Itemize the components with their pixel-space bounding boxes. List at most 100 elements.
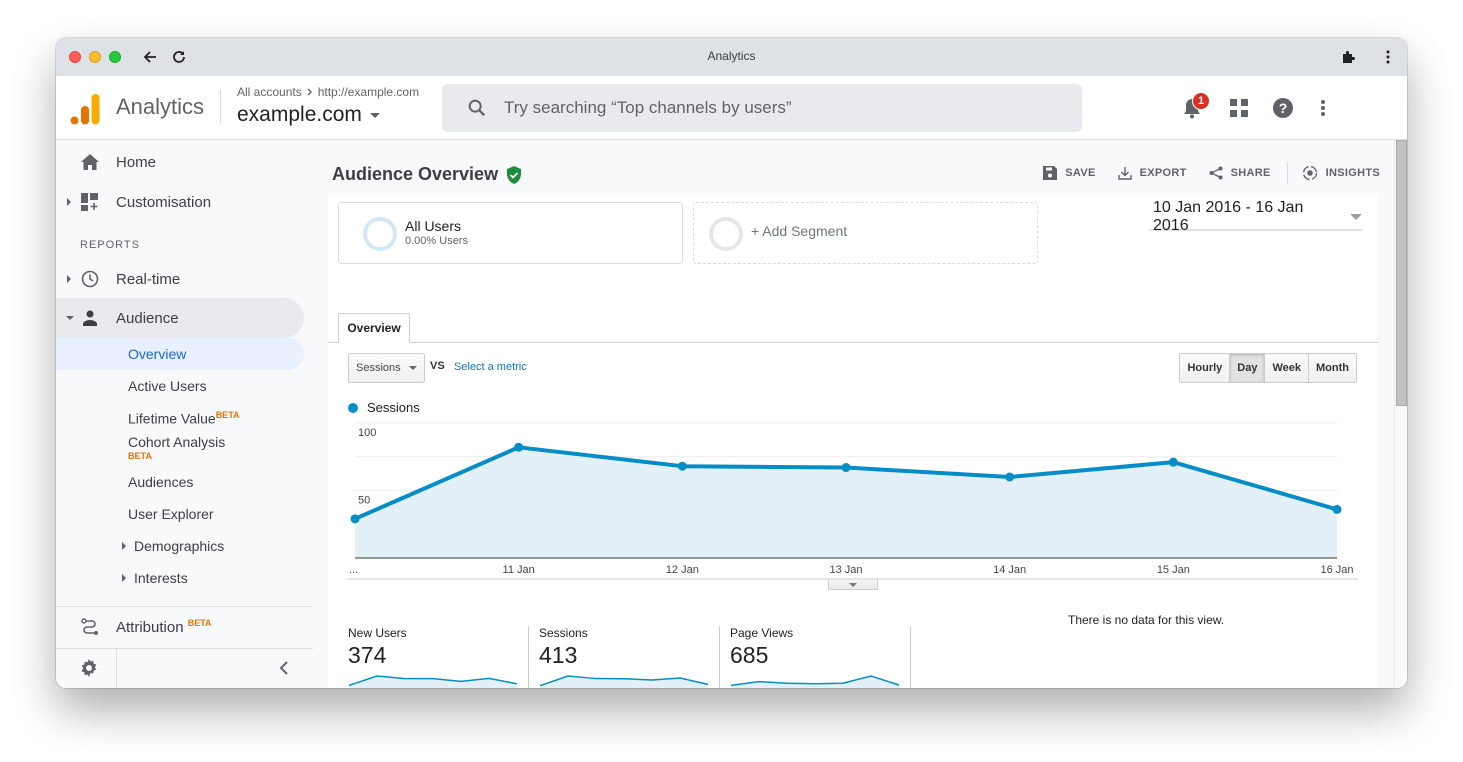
extensions-button[interactable] — [1338, 47, 1358, 67]
expand-arrow-icon — [122, 574, 126, 582]
export-button[interactable]: EXPORT — [1117, 166, 1187, 180]
add-segment-button[interactable]: + Add Segment — [693, 202, 1038, 264]
insights-button[interactable]: INSIGHTS — [1302, 165, 1380, 181]
sidebar-item-label: Active Users — [128, 378, 207, 394]
sidebar-item-label: Audience — [116, 309, 179, 327]
search-input[interactable] — [504, 98, 1064, 118]
caret-down-icon — [369, 112, 380, 118]
person-icon — [80, 308, 100, 328]
scrollbar-thumb[interactable] — [1396, 140, 1407, 406]
lifetime-value-label: Lifetime Value — [128, 410, 216, 427]
search-icon — [468, 99, 486, 117]
segment-all-users[interactable]: All Users 0.00% Users — [338, 202, 683, 264]
stat-divider — [528, 626, 529, 688]
data-point — [677, 461, 687, 471]
share-icon — [1209, 166, 1223, 180]
sidebar-item-label: Audiences — [128, 474, 194, 490]
property-selector[interactable]: example.com — [237, 103, 380, 127]
collapse-chart-button[interactable] — [828, 580, 878, 590]
collapse-arrow-icon — [66, 316, 74, 320]
browser-menu-button[interactable] — [1378, 47, 1398, 67]
stat-sessions: Sessions 413 — [539, 626, 729, 688]
breadcrumb-property[interactable]: http://example.com — [318, 85, 419, 99]
sidebar-subitem-user-explorer[interactable]: User Explorer — [56, 498, 304, 530]
date-range-picker[interactable]: 10 Jan 2016 - 16 Jan 2016 — [1149, 199, 1362, 234]
app-menu-button[interactable] — [1311, 96, 1335, 120]
analytics-logo-icon — [70, 94, 100, 125]
chevron-left-icon — [279, 661, 288, 675]
sidebar-subitem-cohort-analysis[interactable]: Cohort Analysis BETA — [56, 432, 304, 468]
sidebar-item-customisation[interactable]: Customisation — [56, 182, 304, 222]
save-button[interactable]: SAVE — [1043, 166, 1095, 180]
sidebar-subitem-audiences[interactable]: Audiences — [56, 466, 304, 498]
vertical-scrollbar[interactable] — [1394, 140, 1407, 688]
attribution-label: Attribution — [116, 619, 184, 636]
vs-label: VS — [430, 360, 445, 372]
x-tick-label: 14 Jan — [993, 564, 1026, 576]
stat-name: Sessions — [539, 626, 588, 640]
save-icon — [1043, 166, 1058, 180]
caret-down-icon — [409, 366, 417, 370]
stat-page-views: Page Views 685 — [730, 626, 920, 688]
date-range-text: 10 Jan 2016 - 16 Jan 2016 — [1153, 199, 1304, 234]
breadcrumb-accounts[interactable]: All accounts — [237, 85, 302, 99]
stat-value: 413 — [539, 642, 578, 668]
data-point — [350, 514, 360, 524]
sidebar-item-label: Overview — [128, 346, 187, 362]
sidebar-item-attribution[interactable]: Attribution BETA — [56, 607, 304, 647]
data-point — [1005, 472, 1015, 482]
granularity-day-button[interactable]: Day — [1230, 354, 1266, 382]
sidebar-subitem-demographics[interactable]: Demographics — [56, 530, 304, 562]
granularity-hourly-button[interactable]: Hourly — [1180, 354, 1231, 382]
segment-ring-icon — [363, 217, 397, 251]
save-label: SAVE — [1065, 167, 1096, 179]
apps-grid-icon — [1230, 99, 1248, 117]
sidebar-subitem-interests[interactable]: Interests — [56, 562, 304, 594]
browser-toolbar: Analytics — [56, 38, 1407, 76]
data-point — [1332, 504, 1342, 514]
window-title: Analytics — [707, 49, 756, 63]
help-button[interactable]: ? — [1271, 96, 1295, 120]
app-name: Analytics — [116, 94, 205, 119]
sidebar-item-label: User Explorer — [128, 506, 214, 522]
chevron-right-icon — [307, 88, 312, 96]
verified-shield-icon — [507, 165, 522, 184]
download-icon — [1117, 167, 1132, 180]
reports-section-header: REPORTS — [80, 239, 140, 251]
granularity-week-button[interactable]: Week — [1265, 354, 1310, 382]
breadcrumb[interactable]: All accounts http://example.com — [237, 85, 419, 99]
export-label: EXPORT — [1139, 167, 1187, 179]
beta-badge: BETA — [128, 451, 152, 461]
admin-settings-button[interactable] — [80, 659, 98, 682]
y-tick-label: 50 — [358, 495, 370, 507]
data-point — [514, 442, 524, 452]
property-name: example.com — [237, 103, 362, 126]
more-vert-icon — [1321, 100, 1325, 116]
stat-name: New Users — [348, 626, 407, 640]
apps-button[interactable] — [1227, 96, 1251, 120]
expand-arrow-icon — [67, 198, 71, 206]
sidebar-subitem-overview[interactable]: Overview — [56, 338, 304, 370]
stat-name: Page Views — [730, 626, 794, 640]
collapse-sidebar-button[interactable] — [279, 661, 289, 680]
granularity-month-button[interactable]: Month — [1309, 354, 1356, 382]
sidebar-item-label: Customisation — [116, 193, 212, 211]
sidebar-item-home[interactable]: Home — [56, 142, 304, 182]
stat-sparkline — [730, 675, 900, 688]
help-icon: ? — [1273, 98, 1293, 118]
sidebar-item-label: Demographics — [134, 538, 225, 554]
select-metric-link[interactable]: Select a metric — [454, 361, 527, 373]
sidebar-item-audience[interactable]: Audience — [56, 298, 304, 338]
tab-overview[interactable]: Overview — [338, 313, 410, 343]
sidebar-nav: Home Customisation REPORTS Real-time Aud… — [56, 140, 313, 688]
segment-ring-icon — [709, 217, 743, 251]
sidebar-subitem-lifetime-value[interactable]: Lifetime ValueBETA — [56, 402, 304, 434]
metric-dropdown[interactable]: Sessions — [348, 353, 425, 383]
sidebar-subitem-active-users[interactable]: Active Users — [56, 370, 304, 402]
caret-down-icon — [849, 582, 857, 587]
share-button[interactable]: SHARE — [1209, 166, 1271, 180]
footer-divider — [116, 649, 117, 688]
search-box[interactable] — [442, 84, 1082, 132]
stat-new-users: New Users 374 — [348, 626, 538, 688]
sidebar-item-realtime[interactable]: Real-time — [56, 259, 304, 299]
